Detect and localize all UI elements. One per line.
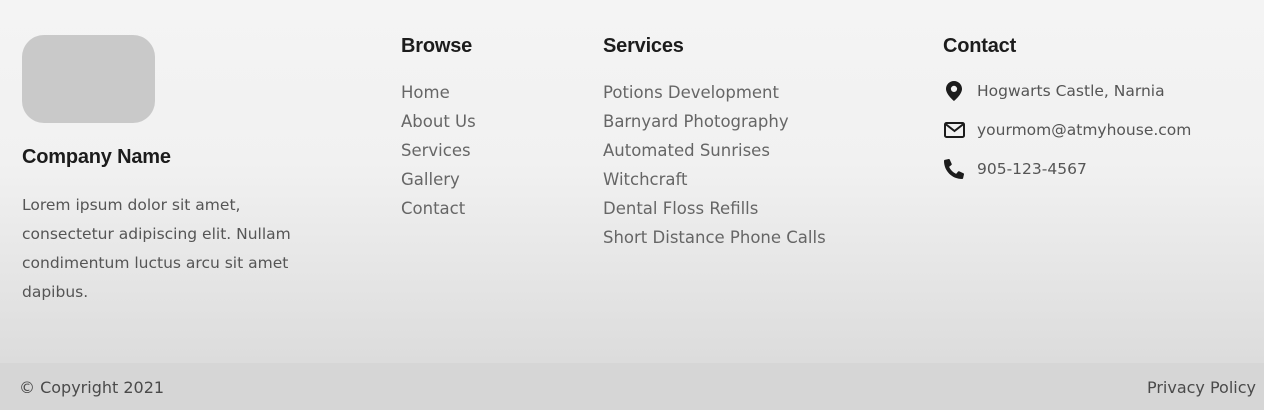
browse-column: Browse Home About Us Services Gallery Co…: [401, 35, 476, 223]
services-link-witchcraft[interactable]: Witchcraft: [603, 165, 826, 194]
contact-list: Hogwarts Castle, Narnia yourmom@atmyhous…: [943, 71, 1191, 188]
contact-email[interactable]: yourmom@atmyhouse.com: [943, 110, 1191, 149]
browse-link-home[interactable]: Home: [401, 78, 476, 107]
envelope-icon: [943, 119, 965, 141]
company-name: Company Name: [22, 146, 171, 168]
map-pin-icon: [943, 80, 965, 102]
services-link-barnyard-photography[interactable]: Barnyard Photography: [603, 107, 826, 136]
browse-link-about-us[interactable]: About Us: [401, 107, 476, 136]
browse-link-gallery[interactable]: Gallery: [401, 165, 476, 194]
services-link-short-distance-phone-calls[interactable]: Short Distance Phone Calls: [603, 223, 826, 252]
contact-title: Contact: [943, 35, 1017, 57]
browse-title: Browse: [401, 35, 473, 57]
services-link-potions-development[interactable]: Potions Development: [603, 78, 826, 107]
contact-phone[interactable]: 905-123-4567: [943, 149, 1191, 188]
privacy-policy-link[interactable]: Privacy Policy: [1147, 378, 1256, 397]
company-description: Lorem ipsum dolor sit amet, consectetur …: [22, 196, 291, 301]
browse-link-services[interactable]: Services: [401, 136, 476, 165]
services-link-dental-floss-refills[interactable]: Dental Floss Refills: [603, 194, 826, 223]
contact-column: Contact Hogwarts Castle, Narnia yourmom@…: [943, 35, 1191, 188]
footer-bottom-bar: © Copyright 2021 Privacy Policy: [0, 363, 1264, 410]
company-logo-placeholder[interactable]: [22, 35, 155, 123]
browse-link-contact[interactable]: Contact: [401, 194, 476, 223]
browse-links: Home About Us Services Gallery Contact: [401, 78, 476, 223]
footer-main: Company Name Lorem ipsum dolor sit amet,…: [0, 0, 1264, 363]
contact-address-text: Hogwarts Castle, Narnia: [977, 81, 1165, 100]
contact-address: Hogwarts Castle, Narnia: [943, 71, 1191, 110]
services-column: Services Potions Development Barnyard Ph…: [603, 35, 826, 252]
contact-phone-text[interactable]: 905-123-4567: [977, 160, 1087, 178]
phone-icon: [943, 158, 965, 180]
copyright-text: © Copyright 2021: [19, 378, 165, 397]
services-title: Services: [603, 35, 684, 57]
services-link-automated-sunrises[interactable]: Automated Sunrises: [603, 136, 826, 165]
services-links: Potions Development Barnyard Photography…: [603, 78, 826, 252]
contact-email-text[interactable]: yourmom@atmyhouse.com: [977, 121, 1191, 139]
